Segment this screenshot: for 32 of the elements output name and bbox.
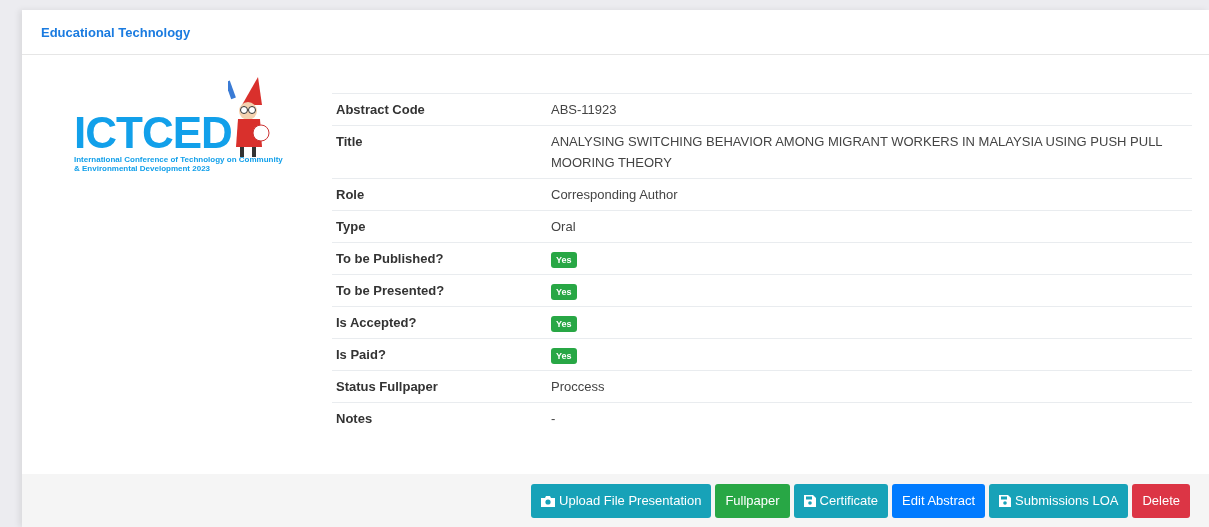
- action-button[interactable]: Fullpaper: [715, 483, 790, 518]
- field-value: ANALYSING SWITCHING BEHAVIOR AMONG MIGRANT WORKERS IN MALAYSIA USING PUSH PULL MOORING THEORY: [551, 134, 1163, 170]
- field-value: Corresponding Author: [551, 187, 678, 202]
- field-value: Oral: [551, 219, 576, 234]
- field-label: Abstract Code: [332, 93, 547, 126]
- field-value: Proccess: [551, 379, 605, 394]
- field-label: Is Paid?: [332, 338, 547, 371]
- action-button[interactable]: Delete: [1132, 483, 1190, 518]
- field-label: Notes: [332, 402, 547, 434]
- logo-name: ICTCED: [74, 111, 232, 155]
- field-label: Type: [332, 210, 547, 243]
- save-icon: [999, 494, 1012, 507]
- field-label: Is Accepted?: [332, 306, 547, 339]
- field-label: To be Published?: [332, 242, 547, 275]
- status-badge: Yes: [551, 252, 577, 268]
- field-value: ABS-11923: [551, 102, 617, 117]
- field-label: To be Presented?: [332, 274, 547, 307]
- status-badge: Yes: [551, 348, 577, 364]
- field-label: Status Fullpaper: [332, 370, 547, 403]
- field-label: Title: [332, 125, 547, 179]
- action-button[interactable]: Upload File Presentation: [531, 483, 712, 518]
- action-button[interactable]: Edit Abstract: [892, 483, 986, 518]
- action-button[interactable]: Certificate: [793, 483, 889, 518]
- action-button[interactable]: Submissions LOA: [989, 483, 1129, 518]
- card-title: Educational Technology: [41, 24, 191, 40]
- field-value: -: [551, 411, 556, 426]
- save-icon: [803, 494, 816, 507]
- status-badge: Yes: [551, 316, 577, 332]
- logo-subtitle: International Conference of Technology on Community & Environmental Development 2023: [74, 155, 284, 174]
- status-badge: Yes: [551, 284, 577, 300]
- camera-icon: [541, 494, 555, 507]
- field-label: Role: [332, 178, 547, 211]
